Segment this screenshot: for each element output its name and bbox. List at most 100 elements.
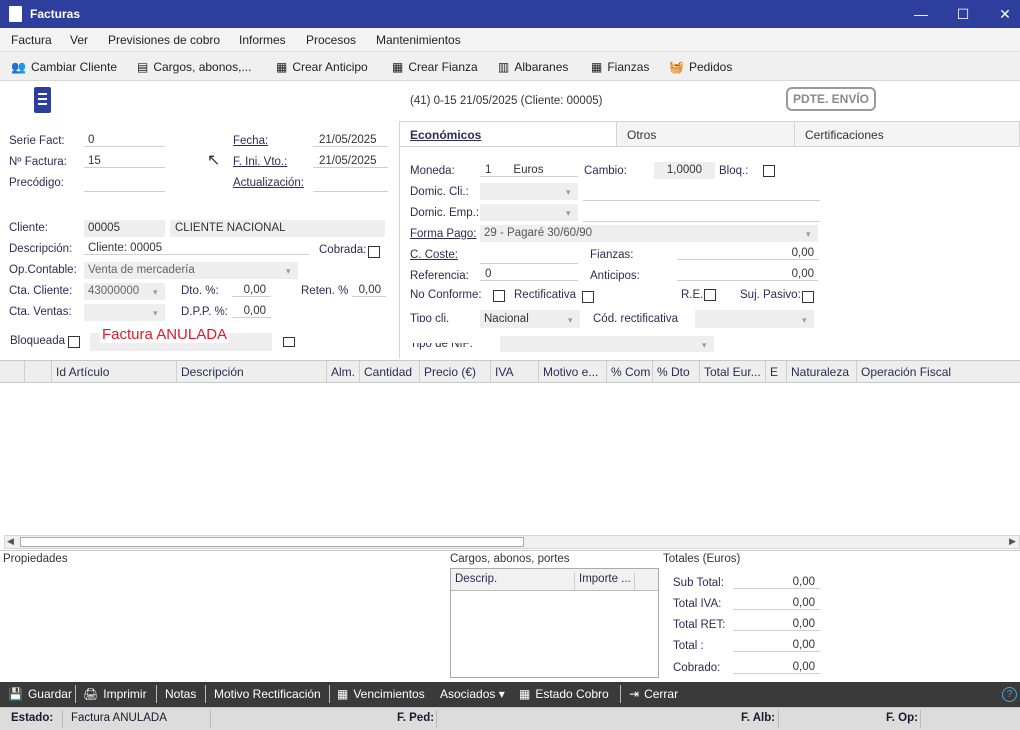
grid-col-naturaleza[interactable]: Naturaleza <box>787 361 857 383</box>
pedidos-button[interactable]: 🧺 Pedidos <box>669 60 732 74</box>
crear-fianza-button[interactable]: ▦ Crear Fianza <box>392 60 478 74</box>
grid-col-precio[interactable]: Precio (€) <box>420 361 491 383</box>
menu-factura[interactable]: Factura <box>11 33 52 47</box>
separator <box>62 710 63 728</box>
fecha-label[interactable]: Fecha: <box>233 135 268 147</box>
domemp-select[interactable] <box>480 204 578 221</box>
menu-mantenimientos[interactable]: Mantenimientos <box>376 33 461 47</box>
opcontable-select[interactable]: Venta de mercadería <box>84 262 298 279</box>
estado-cobro-button[interactable]: ▦ Estado Cobro <box>519 687 609 701</box>
precodigo-field[interactable] <box>84 176 165 192</box>
cobrada-checkbox[interactable] <box>368 246 380 258</box>
chevron-down-icon: ▾ <box>153 287 158 297</box>
fianzas-button[interactable]: ▦ Fianzas <box>591 60 649 74</box>
motivo-rectificacion-button[interactable]: Motivo Rectificación <box>214 687 321 701</box>
serie-field[interactable]: 0 <box>84 134 165 147</box>
albaranes-button[interactable]: ▥ Albaranes <box>498 60 568 74</box>
guardar-button[interactable]: 💾 Guardar <box>8 687 72 701</box>
menu-procesos[interactable]: Procesos <box>306 33 356 47</box>
fini-label[interactable]: F. Ini. Vto.: <box>233 156 287 168</box>
menu-informes[interactable]: Informes <box>239 33 286 47</box>
dpp-field[interactable]: 0,00 <box>232 305 271 318</box>
tab-certificaciones[interactable]: Certificaciones <box>794 121 1020 147</box>
numero-field[interactable]: 15 <box>84 155 165 168</box>
domcli-select[interactable] <box>480 183 578 200</box>
grid-col-dto[interactable]: % Dto <box>653 361 700 383</box>
estado-label: Estado: <box>11 712 54 724</box>
cargos-col-descrip[interactable]: Descrip. <box>455 573 575 591</box>
minimize-icon[interactable]: — <box>900 0 942 28</box>
tipocli-select[interactable]: Nacional <box>480 310 580 328</box>
grid-col-cantidad[interactable]: Cantidad <box>360 361 420 383</box>
codrect-select[interactable] <box>695 310 814 328</box>
actualizacion-field[interactable] <box>313 176 388 192</box>
tab-otros[interactable]: Otros <box>616 121 795 147</box>
tiponif-select[interactable] <box>500 336 714 352</box>
grid-col-idarticulo[interactable]: Id Artículo <box>52 361 177 383</box>
cerrar-button[interactable]: ⇥ Cerrar <box>629 687 678 701</box>
reten-field[interactable]: 0,00 <box>352 284 386 297</box>
annulled-banner: Factura ANULADA <box>100 326 230 343</box>
exit-icon: ⇥ <box>629 687 640 701</box>
chevron-down-icon: ▾ <box>702 340 707 350</box>
scroll-left-icon[interactable]: ◀ <box>7 536 14 547</box>
totaliva-value: 0,00 <box>733 597 820 610</box>
formapago-label[interactable]: Forma Pago: <box>410 228 476 240</box>
cargos-table[interactable]: Descrip. Importe ... <box>450 568 659 678</box>
grid-body[interactable] <box>0 383 1020 535</box>
descripcion-label: Descripción: <box>9 243 73 255</box>
cambio-field[interactable]: 1,0000 <box>654 162 715 179</box>
close-icon[interactable]: ✕ <box>984 0 1020 28</box>
noconforme-checkbox[interactable] <box>493 290 505 302</box>
cliente-code-field[interactable]: 00005 <box>84 220 165 237</box>
grid-col-motivo[interactable]: Motivo e... <box>539 361 607 383</box>
notas-button[interactable]: Notas <box>165 687 196 701</box>
grid-col-descripcion[interactable]: Descripción <box>177 361 327 383</box>
moneda-field[interactable]: 1 Euros <box>480 164 578 177</box>
grid-col-com[interactable]: % Com <box>607 361 653 383</box>
grid-col-e[interactable]: E <box>766 361 787 383</box>
crear-anticipo-button[interactable]: ▦ Crear Anticipo <box>276 60 368 74</box>
separator <box>329 685 330 703</box>
cambiar-cliente-button[interactable]: 👥 Cambiar Cliente <box>11 60 117 74</box>
cargos-button[interactable]: ▤ Cargos, abonos,... <box>137 60 251 74</box>
sujpasivo-checkbox[interactable] <box>802 291 814 303</box>
grid-col-iva[interactable]: IVA <box>491 361 539 383</box>
ccoste-field[interactable] <box>480 247 578 264</box>
list-icon: ▤ <box>137 60 149 74</box>
referencia-field[interactable]: 0 <box>480 268 578 281</box>
help-icon[interactable]: ? <box>1002 687 1017 702</box>
subtotal-value: 0,00 <box>733 576 820 589</box>
fecha-field[interactable]: 21/05/2025 <box>313 134 388 147</box>
fini-field[interactable]: 21/05/2025 <box>313 155 388 168</box>
grid-col-selector[interactable] <box>0 361 25 383</box>
grid-col-opfiscal[interactable]: Operación Fiscal <box>857 361 1020 383</box>
bloq-checkbox[interactable] <box>763 165 775 177</box>
dto-field[interactable]: 0,00 <box>232 284 271 297</box>
partial-checkbox[interactable] <box>283 337 295 347</box>
grid-col-alm[interactable]: Alm. <box>327 361 360 383</box>
tab-economicos[interactable]: Económicos <box>399 121 617 147</box>
ccoste-label[interactable]: C. Coste: <box>410 249 458 261</box>
maximize-icon[interactable]: ☐ <box>942 0 984 28</box>
grid-col-blank[interactable] <box>25 361 52 383</box>
formapago-select[interactable]: 29 - Pagaré 30/60/90 <box>480 225 818 242</box>
rectificativa-checkbox[interactable] <box>582 291 594 303</box>
horizontal-scrollbar[interactable]: ◀ ▶ <box>4 535 1020 549</box>
vencimientos-button[interactable]: ▦ Vencimientos <box>337 687 425 701</box>
asociados-button[interactable]: Asociados ▾ <box>440 687 505 701</box>
bloqueada-checkbox[interactable] <box>68 336 80 348</box>
scroll-right-icon[interactable]: ▶ <box>1009 536 1016 547</box>
re-checkbox[interactable] <box>704 289 716 301</box>
scrollbar-thumb[interactable] <box>20 537 524 547</box>
cargos-col-importe[interactable]: Importe ... <box>579 573 635 591</box>
actualizacion-label[interactable]: Actualización: <box>233 177 304 189</box>
descripcion-field[interactable]: Cliente: 00005 <box>84 242 309 255</box>
domcli-label: Domic. Cli.: <box>410 186 469 198</box>
menu-ver[interactable]: Ver <box>70 33 88 47</box>
grid-header: Id Artículo Descripción Alm. Cantidad Pr… <box>0 360 1020 383</box>
imprimir-button[interactable]: 🖨 Imprimir <box>83 687 147 701</box>
menu-previsiones[interactable]: Previsiones de cobro <box>108 33 220 47</box>
calculator-icon: ▦ <box>337 687 349 701</box>
grid-col-total[interactable]: Total Eur... <box>700 361 766 383</box>
